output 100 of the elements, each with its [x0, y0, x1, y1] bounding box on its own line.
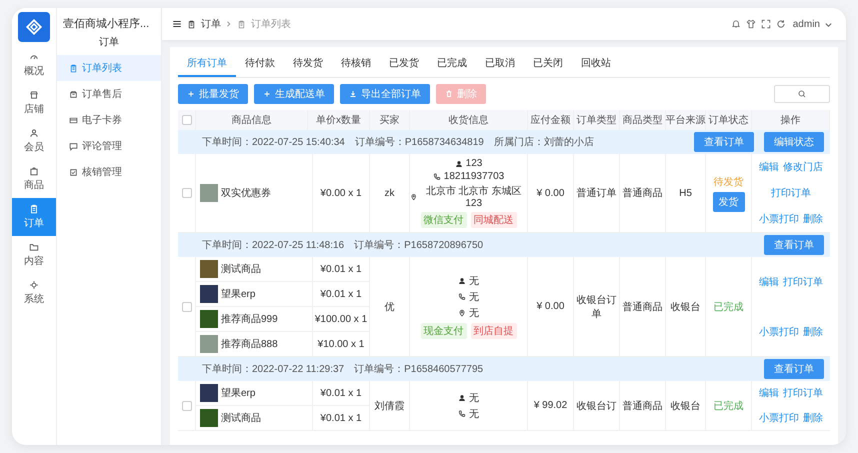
- breadcrumb-link[interactable]: 订单: [201, 17, 221, 31]
- breadcrumb-link[interactable]: 订单列表: [251, 17, 291, 31]
- receiver-info: 无: [469, 275, 479, 288]
- gear-icon: [29, 280, 39, 290]
- tag: 同城配送: [470, 212, 516, 228]
- search-field[interactable]: [774, 85, 830, 103]
- tab[interactable]: 已完成: [428, 51, 476, 77]
- operation-link[interactable]: 编辑: [759, 160, 779, 174]
- shirt-icon[interactable]: [746, 19, 756, 29]
- fullscreen-icon[interactable]: [760, 19, 771, 29]
- phone-icon: [458, 410, 466, 418]
- price-quantity: ¥0.01 x 1: [320, 388, 362, 398]
- receiver-info: 无: [469, 392, 479, 404]
- nav-item[interactable]: 内容: [12, 236, 56, 274]
- checkbox[interactable]: [182, 302, 192, 312]
- order-action-button[interactable]: 编辑状态: [764, 132, 824, 152]
- user-icon: [454, 160, 463, 168]
- amount: ¥ 99.02: [534, 400, 568, 411]
- product-name: 双实优惠券: [221, 186, 271, 200]
- order-type: 收银台订: [576, 400, 616, 412]
- operation-link[interactable]: 编辑: [759, 274, 779, 288]
- goods-type: 普通商品: [622, 400, 662, 412]
- operation-link[interactable]: 打印订单: [783, 274, 823, 288]
- amount: ¥ 0.00: [536, 301, 564, 312]
- price-quantity: ¥0.01 x 1: [320, 264, 362, 274]
- buyer-name: 刘倩霞: [374, 400, 404, 412]
- operation-link[interactable]: 删除: [803, 411, 823, 425]
- price-quantity: ¥10.00 x 1: [318, 338, 364, 350]
- order-status: 已完成: [714, 300, 744, 314]
- order-meta: 所属门店：刘蕾的小店: [494, 136, 594, 149]
- trash-icon: [445, 90, 453, 98]
- order-status: 待发货: [714, 176, 744, 188]
- goods-type: 普通商品: [622, 300, 662, 314]
- operation-link[interactable]: 小票打印: [759, 212, 799, 226]
- tab[interactable]: 已关闭: [524, 51, 572, 77]
- bell-icon[interactable]: [730, 19, 741, 29]
- chevron-down-icon[interactable]: [825, 20, 832, 28]
- nav-item[interactable]: 商品: [12, 160, 56, 198]
- checkbox[interactable]: [182, 400, 192, 410]
- receiver-info: 北京市 北京市 东城区 123: [424, 184, 522, 209]
- menu-item[interactable]: 评论管理: [57, 133, 161, 159]
- photo-placeholder: [200, 310, 218, 328]
- nav-item[interactable]: 订单: [12, 198, 56, 236]
- nav-item[interactable]: 店铺: [12, 84, 56, 122]
- operation-link[interactable]: 编辑: [759, 386, 779, 400]
- menu-item[interactable]: 电子卡券: [57, 107, 161, 133]
- product-name: 测试商品: [221, 262, 261, 276]
- menu-item[interactable]: 订单售后: [57, 81, 161, 107]
- tab[interactable]: 已发货: [380, 51, 428, 77]
- refresh-icon[interactable]: [776, 19, 786, 29]
- nav-item[interactable]: 系统: [12, 274, 56, 312]
- tab[interactable]: 已取消: [476, 51, 524, 77]
- operation-link[interactable]: 打印订单: [783, 386, 823, 400]
- ship-button[interactable]: 发货: [712, 192, 744, 212]
- tab[interactable]: 待核销: [332, 51, 380, 77]
- plus-icon: [263, 90, 271, 98]
- tab[interactable]: 所有订单: [178, 51, 236, 77]
- menu-item[interactable]: 核销管理: [57, 159, 161, 185]
- operation-link[interactable]: 删除: [803, 212, 823, 226]
- platform: 收银台: [670, 400, 700, 412]
- photo-placeholder: [200, 285, 218, 303]
- menu-icon[interactable]: [172, 19, 182, 29]
- user-icon: [29, 128, 39, 138]
- checkbox-icon: [69, 168, 78, 176]
- order-status: 已完成: [714, 400, 744, 412]
- toolbar-button[interactable]: 生成配送单: [254, 84, 334, 104]
- menu-item[interactable]: 订单列表: [57, 55, 161, 81]
- nav-item[interactable]: 概况: [12, 46, 56, 84]
- clipboard-icon: [29, 204, 39, 214]
- receiver-info: 123: [466, 158, 482, 169]
- operation-link[interactable]: 删除: [803, 324, 823, 338]
- comment-icon: [69, 142, 78, 150]
- receiver-info: 无: [469, 291, 479, 304]
- platform: 收银台: [670, 300, 700, 314]
- checkbox[interactable]: [182, 115, 192, 125]
- goods-type: 普通商品: [622, 186, 662, 200]
- toolbar-button[interactable]: 批量发货: [178, 84, 248, 104]
- tab[interactable]: 回收站: [572, 51, 620, 77]
- price-quantity: ¥100.00 x 1: [314, 314, 368, 324]
- tab[interactable]: 待发货: [284, 51, 332, 77]
- buyer-name: 优: [384, 300, 394, 314]
- order-type: 普通订单: [576, 186, 616, 200]
- tab[interactable]: 待付款: [236, 51, 284, 77]
- phone-icon: [432, 172, 441, 180]
- order-action-button[interactable]: 查看订单: [694, 132, 754, 152]
- clipboard-icon: [237, 20, 246, 28]
- checkbox[interactable]: [182, 188, 192, 198]
- nav-item[interactable]: 会员: [12, 122, 56, 160]
- operation-link[interactable]: 小票打印: [759, 324, 799, 338]
- order-action-button[interactable]: 查看订单: [764, 359, 824, 379]
- shop-icon: [29, 90, 39, 100]
- operation-link[interactable]: 打印订单: [771, 186, 811, 200]
- card-icon: [69, 116, 78, 124]
- user-menu[interactable]: admin: [792, 18, 820, 30]
- product-name: 望果erp: [221, 288, 256, 301]
- toolbar-button[interactable]: 导出全部订单: [340, 84, 430, 104]
- operation-link[interactable]: 修改门店: [783, 160, 823, 174]
- receiver-info: 无: [469, 408, 479, 420]
- order-action-button[interactable]: 查看订单: [764, 235, 824, 255]
- operation-link[interactable]: 小票打印: [759, 411, 799, 425]
